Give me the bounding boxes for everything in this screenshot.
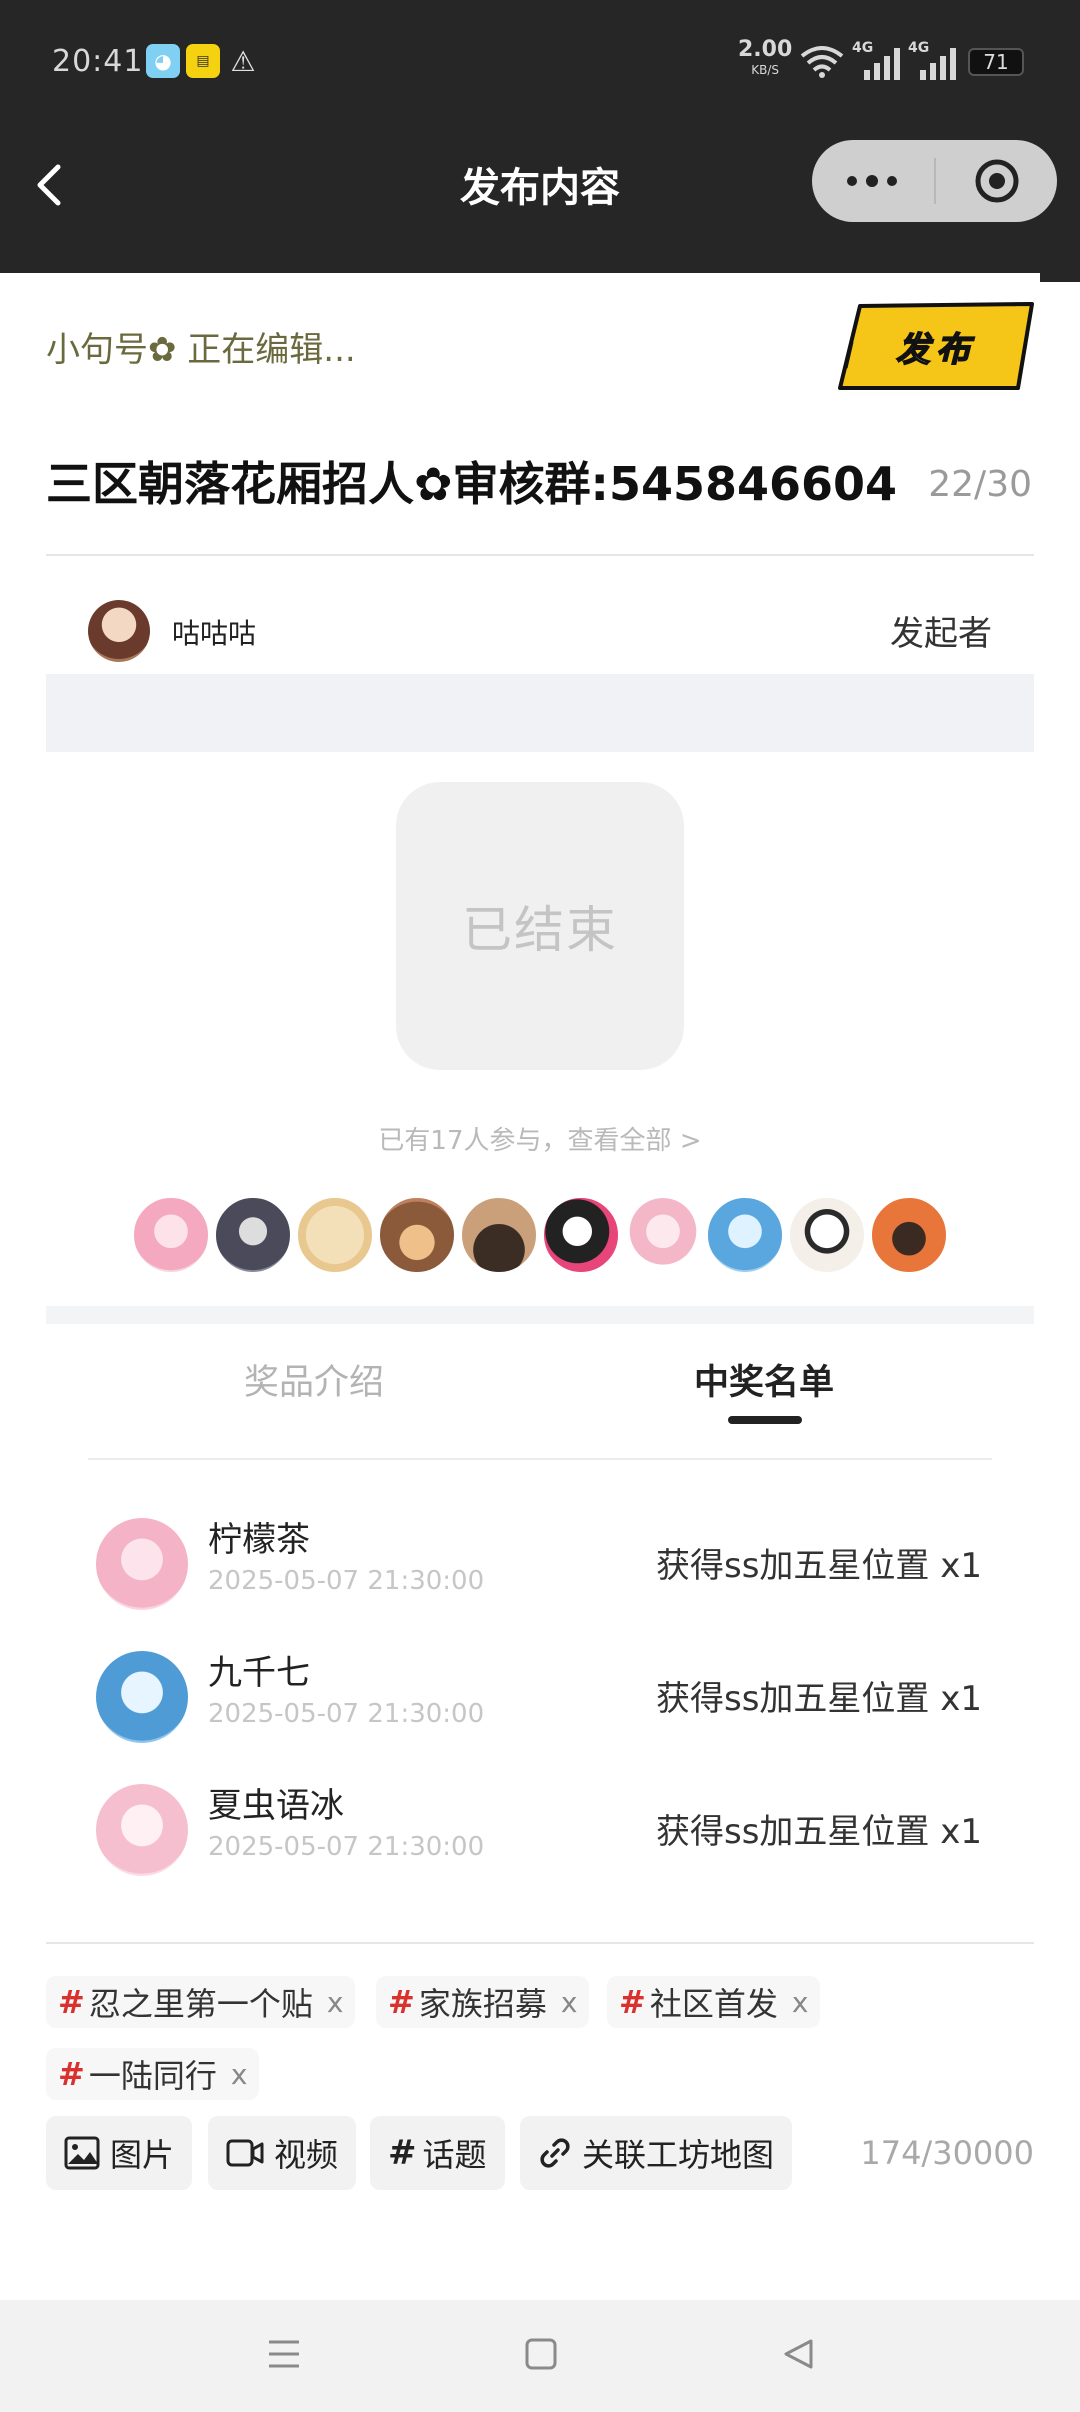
- battery-icon: 71: [968, 48, 1024, 76]
- add-image-button[interactable]: 图片: [46, 2116, 193, 2190]
- topic-tag[interactable]: # 社区首发 x: [607, 1976, 821, 2028]
- status-bar: 20:41 ◕ ▤ ⚠ 2.00 KB/S 4G 4G 71: [0, 0, 1080, 125]
- target-close-icon: [975, 159, 1019, 203]
- wifi-icon: [800, 46, 844, 78]
- participant-avatar: [132, 1196, 210, 1274]
- home-icon[interactable]: [524, 2336, 558, 2372]
- remove-tag-icon[interactable]: x: [561, 1986, 578, 2019]
- participant-avatar: [296, 1196, 374, 1274]
- winner-time: 2025-05-07 21:30:00: [208, 1832, 485, 1862]
- participant-avatar: [214, 1196, 292, 1274]
- close-mini-program-button[interactable]: [937, 140, 1057, 222]
- topic-tag-label: 忍之里第一个贴: [88, 1985, 313, 2023]
- lottery-tabs: 奖品介绍 中奖名单: [88, 1324, 992, 1460]
- participants-link[interactable]: 已有17人参与，查看全部 >: [46, 1120, 1034, 1157]
- remove-tag-icon[interactable]: x: [231, 2058, 248, 2091]
- app-notification-icon-2: ▤: [186, 44, 220, 78]
- nav-bar: 发布内容: [0, 125, 1080, 273]
- network-speed: 2.00 KB/S: [738, 37, 793, 78]
- winner-prize: 获得ss加五星位置 x1: [656, 1546, 982, 1586]
- participant-avatar: [460, 1196, 538, 1274]
- winner-time: 2025-05-07 21:30:00: [208, 1699, 485, 1729]
- warning-icon: ⚠: [230, 44, 256, 78]
- topic-tag-label: 家族招募: [418, 1985, 547, 2023]
- winner-name: 柠檬茶: [208, 1520, 310, 1560]
- title-char-count: 22/30: [928, 464, 1032, 505]
- signal-icon-1: 4G: [852, 40, 902, 80]
- participant-avatar: [788, 1196, 866, 1274]
- add-video-button[interactable]: 视频: [208, 2116, 357, 2190]
- image-icon: [64, 2136, 100, 2170]
- hash-icon: #: [619, 1983, 646, 2021]
- add-topic-button[interactable]: # 话题: [370, 2116, 505, 2190]
- divider: [46, 1942, 1034, 1944]
- topic-tag[interactable]: # 一陆同行 x: [46, 2048, 260, 2100]
- organizer-role: 发起者: [890, 614, 992, 654]
- mini-program-capsule: [812, 140, 1057, 222]
- link-map-button[interactable]: 关联工坊地图: [520, 2116, 793, 2190]
- card-band: [46, 674, 1034, 752]
- divider: [46, 554, 1034, 556]
- winner-row: 九千七 2025-05-07 21:30:00 获得ss加五星位置 x1: [46, 1631, 1034, 1761]
- participant-avatar: [624, 1196, 702, 1274]
- tab-winner-list[interactable]: 中奖名单: [694, 1354, 834, 1405]
- topic-tag[interactable]: # 家族招募 x: [376, 1976, 590, 2028]
- card-bottom-band: [46, 1306, 1034, 1324]
- organizer-row: 咕咕咕 发起者: [46, 568, 1034, 674]
- more-icon: [847, 175, 897, 187]
- add-video-label: 视频: [274, 2136, 339, 2174]
- winner-time: 2025-05-07 21:30:00: [208, 1566, 485, 1596]
- menu-icon[interactable]: [266, 2336, 302, 2372]
- winner-row: 柠檬茶 2025-05-07 21:30:00 获得ss加五星位置 x1: [46, 1498, 1034, 1628]
- content-char-count: 174/30000: [860, 2134, 1034, 2172]
- winner-name: 九千七: [208, 1653, 310, 1693]
- active-tab-indicator: [728, 1416, 802, 1424]
- signal-icon-2: 4G: [908, 40, 958, 80]
- lottery-card: 咕咕咕 发起者 已结束 已有17人参与，查看全部 >: [46, 568, 1034, 1318]
- participant-avatars[interactable]: [132, 1196, 962, 1276]
- winner-avatar[interactable]: [96, 1651, 188, 1743]
- topic-tag[interactable]: # 忍之里第一个贴 x: [46, 1976, 356, 2028]
- app-notification-icon: ◕: [146, 44, 180, 78]
- hash-icon: #: [388, 2133, 417, 2173]
- topic-tag-label: 一陆同行: [88, 2057, 217, 2095]
- organizer-name: 咕咕咕: [172, 617, 257, 650]
- back-nav-icon[interactable]: [780, 2336, 816, 2372]
- hash-icon: #: [58, 2055, 85, 2093]
- participant-avatar: [542, 1196, 620, 1274]
- more-button[interactable]: [812, 140, 932, 222]
- publish-label: 发布: [895, 329, 976, 371]
- tab-prize-intro[interactable]: 奖品介绍: [244, 1354, 384, 1405]
- participant-avatar: [378, 1196, 456, 1274]
- participant-avatar: [870, 1196, 948, 1274]
- publish-button[interactable]: 发布: [838, 302, 1034, 392]
- lottery-status-button[interactable]: 已结束: [396, 782, 684, 1070]
- winner-row: 夏虫语冰 2025-05-07 21:30:00 获得ss加五星位置 x1: [46, 1764, 1034, 1894]
- topic-tag-label: 社区首发: [649, 1985, 778, 2023]
- winner-prize: 获得ss加五星位置 x1: [656, 1679, 982, 1719]
- participant-avatar: [706, 1196, 784, 1274]
- add-topic-label: 话题: [422, 2136, 487, 2174]
- link-icon: [540, 2138, 570, 2168]
- video-icon: [226, 2139, 264, 2167]
- add-image-label: 图片: [110, 2136, 175, 2174]
- winner-avatar[interactable]: [96, 1518, 188, 1610]
- winner-avatar[interactable]: [96, 1784, 188, 1876]
- winner-prize: 获得ss加五星位置 x1: [656, 1812, 982, 1852]
- remove-tag-icon[interactable]: x: [792, 1986, 809, 2019]
- link-map-label: 关联工坊地图: [582, 2136, 775, 2174]
- nav-edge-shadow: [1040, 273, 1080, 282]
- status-time: 20:41: [52, 44, 144, 79]
- organizer-avatar[interactable]: [88, 600, 150, 662]
- capsule-divider: [934, 158, 936, 204]
- hash-icon: #: [58, 1983, 85, 2021]
- remove-tag-icon[interactable]: x: [327, 1986, 344, 2019]
- winner-name: 夏虫语冰: [208, 1786, 344, 1826]
- post-title[interactable]: 三区朝落花厢招人✿审核群:545846604: [46, 448, 897, 514]
- editing-status: 小句号✿ 正在编辑...: [46, 330, 356, 370]
- system-nav-bar: [0, 2300, 1080, 2412]
- hash-icon: #: [388, 1983, 415, 2021]
